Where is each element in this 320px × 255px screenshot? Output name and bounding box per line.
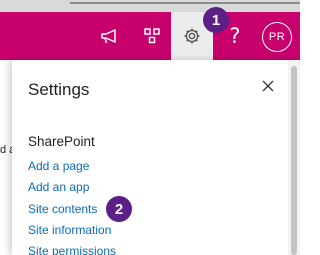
gear-icon xyxy=(183,27,201,45)
sharepoint-settings-screen: ? PR d a Settings SharePoint Add a page … xyxy=(0,0,300,255)
step-callout-1: 1 xyxy=(203,7,229,33)
step-callout-2: 2 xyxy=(106,196,132,222)
browser-top-strip xyxy=(0,0,300,12)
site-information-link[interactable]: Site information xyxy=(28,223,111,237)
scrollbar-thumb[interactable] xyxy=(291,66,297,255)
close-button[interactable] xyxy=(256,76,280,100)
site-permissions-link[interactable]: Site permissions xyxy=(28,244,116,255)
megaphone-icon xyxy=(100,27,120,45)
megaphone-button[interactable] xyxy=(96,12,124,60)
close-icon xyxy=(262,79,274,97)
panel-scrollbar[interactable] xyxy=(288,60,300,255)
add-a-page-link[interactable]: Add a page xyxy=(28,159,89,173)
help-icon: ? xyxy=(229,24,241,48)
suite-bar: ? PR xyxy=(0,12,300,60)
app-launcher-icon xyxy=(143,27,161,45)
settings-panel: Settings SharePoint Add a page Add an ap… xyxy=(12,60,300,255)
sharepoint-section-heading: SharePoint xyxy=(28,134,95,149)
app-launcher-button[interactable] xyxy=(138,12,166,60)
panel-title: Settings xyxy=(28,80,90,99)
add-an-app-link[interactable]: Add an app xyxy=(28,180,89,194)
top-divider xyxy=(70,2,300,4)
site-contents-link[interactable]: Site contents xyxy=(28,202,97,216)
avatar[interactable]: PR xyxy=(262,22,292,52)
